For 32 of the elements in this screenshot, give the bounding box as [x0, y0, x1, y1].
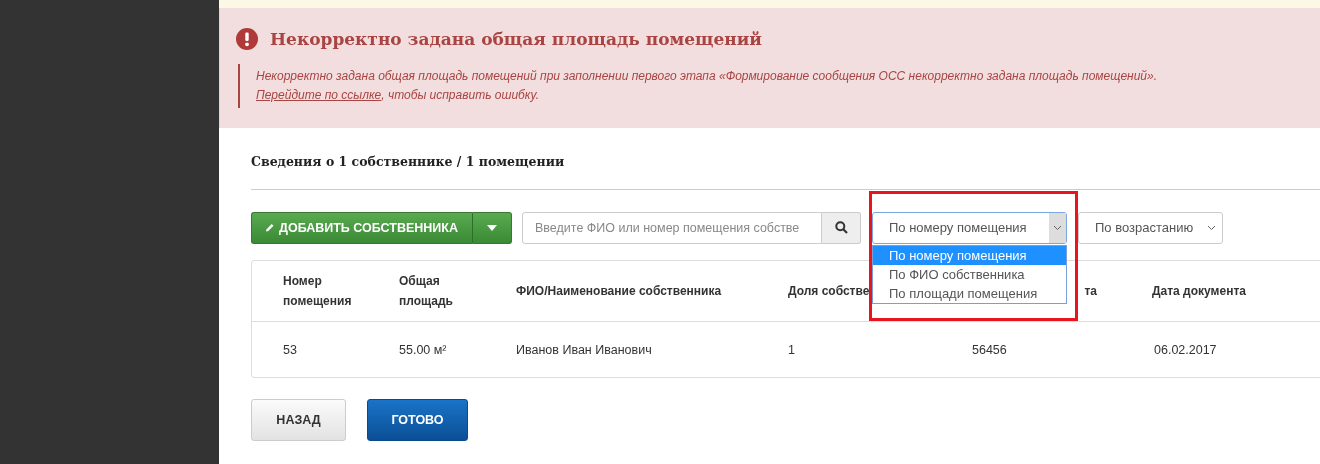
back-button[interactable]: НАЗАД: [251, 399, 346, 441]
alert-message: , чтобы исправить ошибку.: [381, 88, 540, 102]
search-icon: [834, 221, 848, 234]
sort-field-select[interactable]: По номеру помещения: [872, 211, 1067, 244]
table-cell-text: 53: [282, 342, 298, 357]
add-owner-button[interactable]: ДОБАВИТЬ СОБСТВЕННИКА: [251, 211, 473, 244]
pencil-icon: [266, 222, 275, 233]
column-header: ФИО/Наименование собственника: [516, 283, 722, 300]
summary-heading: Сведения о 1 собственнике / 1 помещении: [251, 154, 566, 169]
alert-message: Некорректно задана общая площадь помещений при заполнении первого этапа «Формирование сообщения ОСС некорректно задана площадь помещений».: [256, 68, 1159, 85]
table-cell-text: 55.00 м²: [399, 342, 448, 357]
search-field[interactable]: Введите ФИО или номер помещения собстве: [522, 211, 822, 244]
column-header: Общая площадь: [399, 273, 453, 310]
column-header: Доля собстве: [788, 283, 870, 300]
column-header: та: [1084, 283, 1097, 300]
column-header: Номер помещения: [283, 273, 352, 310]
dropdown-option[interactable]: По ФИО собственника: [873, 264, 1066, 284]
dropdown-option[interactable]: По площади помещения: [873, 283, 1066, 303]
table-cell-text: 06.02.2017: [1153, 342, 1218, 357]
caret-icon: [487, 224, 497, 231]
dropdown-button[interactable]: [473, 211, 512, 244]
chevron-down-icon: [1207, 224, 1216, 231]
alert-title: Некорректно задана общая площадь помещений: [270, 29, 762, 49]
table-cell-text: 1: [788, 342, 796, 357]
table-cell-text: Иванов Иван Иванович: [516, 342, 653, 357]
sort-order-select[interactable]: По возрастанию: [1078, 211, 1223, 244]
column-header: Дата документа: [1152, 283, 1246, 300]
exclamation-icon: [236, 28, 258, 50]
chevron-down-icon: [1053, 224, 1062, 231]
done-button[interactable]: ГОТОВО: [367, 399, 468, 441]
table-cell-text: 56456: [971, 342, 1008, 357]
search-button[interactable]: [822, 211, 861, 244]
